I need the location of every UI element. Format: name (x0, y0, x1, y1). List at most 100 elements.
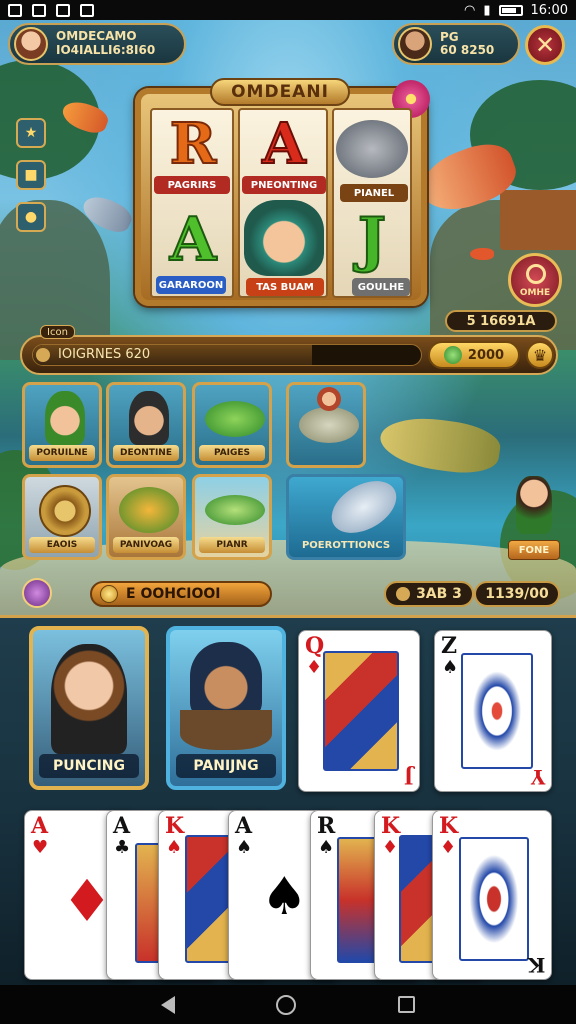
gold-pill-label: E OOHCIOOI (126, 586, 221, 602)
card-suit: ♠ (318, 837, 335, 858)
card-face-art (323, 651, 399, 771)
progress-tag: Icon (40, 325, 75, 339)
wheel-icon (39, 485, 91, 537)
hand-card-7[interactable]: K ♦ K (432, 810, 552, 980)
card-rank: Q (305, 633, 325, 659)
playing-card-z[interactable]: Z ♠ Y (434, 630, 552, 792)
character-portrait (51, 644, 127, 754)
notification-icon (56, 3, 70, 17)
hut (500, 190, 576, 250)
progress-panel: IOIGRNES 620 2000 ♛ (20, 335, 558, 375)
slot-symbol-label: GOULHE (352, 278, 410, 296)
character-icon (129, 391, 169, 445)
bonus-button[interactable]: OMHE (508, 253, 562, 307)
card-suit: ♦ (306, 657, 323, 678)
tile-6[interactable]: PANIVOAG (106, 474, 186, 560)
purple-orb-button[interactable] (22, 578, 52, 608)
system-nav-bar (0, 985, 576, 1024)
card-face-art (461, 653, 533, 769)
bet-pill[interactable]: 3AB 3 (384, 581, 474, 607)
slot-symbol-label: PIANEL (340, 184, 408, 202)
card-rank-bottom: K (527, 953, 545, 977)
card-rank-bottom: J (403, 765, 413, 789)
slot-symbol-label: PNEONTING (242, 176, 326, 194)
tile-5[interactable]: EAOIS (22, 474, 102, 560)
crown-button[interactable]: ♛ (526, 341, 554, 369)
score-pill: 1139/00 (474, 581, 560, 607)
card-rank: K (381, 813, 401, 839)
bet-pill-label: 3AB 3 (416, 586, 462, 602)
tile-1[interactable]: PORUILNE (22, 382, 102, 468)
fish-decoration (470, 248, 494, 260)
mini-badge[interactable]: FONE (508, 540, 560, 560)
rival-panel[interactable]: PG 60 8250 (392, 23, 520, 65)
close-button[interactable]: ✕ (525, 25, 565, 65)
card-face-art (459, 837, 529, 961)
coin-icon: ● (24, 209, 38, 225)
battery-icon (498, 4, 523, 16)
jackpot-display: 5 16691A (445, 310, 557, 332)
card-suit: ♣ (114, 837, 131, 858)
notification-icons (8, 3, 94, 17)
gold-balance-pill[interactable]: E OOHCIOOI (90, 581, 272, 607)
card-rank: R (317, 813, 336, 839)
portrait-name: PUNCING (39, 754, 139, 778)
player-avatar (14, 27, 48, 61)
slot-character-symbol (244, 200, 324, 276)
card-rank: K (439, 813, 459, 839)
card-rank: A (235, 813, 253, 839)
player-panel[interactable]: OMDECAMO IO4IALLI6:8I60 (8, 23, 186, 65)
tile-3[interactable]: PAIGES (192, 382, 272, 468)
status-bar: ◠ ▮ 16:00 (0, 0, 576, 20)
player-balance: IO4IALLI6:8I60 (56, 43, 156, 57)
card-suit: ♠ (442, 657, 459, 678)
tile-7[interactable]: PIANR (192, 474, 272, 560)
slot-symbol-label: GARAROON (156, 276, 226, 294)
character-icon (317, 387, 341, 411)
crown-icon: ♛ (532, 345, 548, 365)
coin-button[interactable]: 2000 (428, 341, 520, 369)
portrait-card-2[interactable]: PANIJNG (166, 626, 286, 790)
slot-symbol-a-green: A (169, 204, 218, 276)
card-rank: Z (441, 633, 458, 659)
back-icon[interactable] (160, 995, 175, 1014)
tile-label (289, 445, 363, 461)
player-name: OMDECAMO (56, 29, 137, 44)
side-button-1[interactable]: ★ (16, 118, 46, 148)
gift-icon: ■ (24, 167, 38, 183)
slot-title: OMDEANI (210, 78, 350, 106)
tile-label: PAIGES (199, 445, 265, 461)
tile-4[interactable] (286, 382, 366, 468)
card-rank: A (31, 813, 49, 839)
coin-icon (100, 585, 118, 603)
fish-icon (299, 407, 359, 443)
tile-label: PANIVOAG (113, 537, 179, 553)
side-button-2[interactable]: ■ (16, 160, 46, 190)
tile-2[interactable]: DEONTINE (106, 382, 186, 468)
slot-symbol-label: PAGRIRS (154, 176, 230, 194)
tile-label: DEONTINE (113, 445, 179, 461)
tile-8[interactable]: POEROTTIONCS (286, 470, 406, 560)
portrait-card-1[interactable]: PUNCING (29, 626, 149, 790)
slot-symbol-j: J (357, 204, 387, 276)
recent-apps-icon[interactable] (398, 996, 416, 1013)
notification-icon (8, 3, 22, 17)
tile-label: PIANR (199, 537, 265, 553)
rival-avatar (398, 27, 432, 61)
tile-label: EAOIS (29, 537, 95, 553)
character-portrait (190, 642, 262, 718)
character-figure (516, 476, 552, 534)
signal-icon: ▮ (483, 2, 491, 18)
fish-icon (205, 495, 265, 525)
card-rank: A (113, 813, 131, 839)
card-suit: ♦ (440, 837, 457, 858)
side-button-3[interactable]: ● (16, 202, 46, 232)
notification-icon (80, 3, 94, 17)
slot-fish-symbol (336, 120, 408, 178)
home-icon[interactable] (276, 994, 297, 1015)
rival-balance: 60 8250 (440, 43, 495, 57)
playing-card-queen[interactable]: Q ♦ J (298, 630, 420, 792)
tile-label: PORUILNE (29, 445, 95, 461)
gem-icon (443, 346, 462, 364)
card-rank-bottom: Y (530, 765, 545, 789)
